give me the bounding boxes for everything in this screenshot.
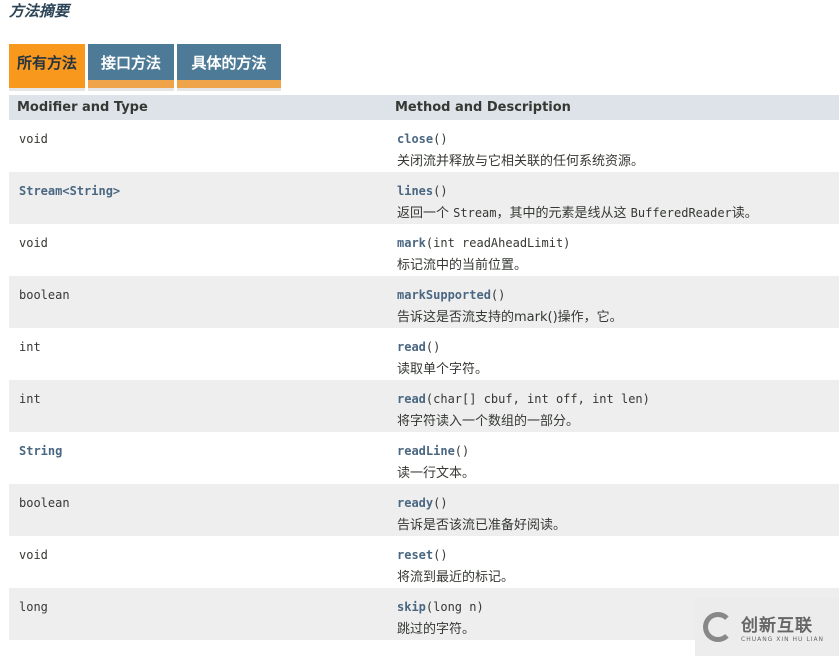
tab-label: 所有方法 [16,53,77,72]
desc-text: ，其中的元素是线从这 [496,206,631,221]
method-link[interactable]: skip [397,600,426,614]
method-description: 读取单个字符。 [397,362,489,377]
method-link[interactable]: reset [397,548,433,562]
return-type: int [19,340,41,354]
method-params: () [454,444,470,458]
method-signature: markSupported() [397,288,505,302]
table-row: int read(char[] cbuf, int off, int len) … [9,380,839,432]
method-signature: ready() [397,496,448,510]
method-link[interactable]: mark [397,236,426,250]
watermark-logo: 创新互联 CHUANG XIN HU LIAN [695,598,839,656]
tab-label: 接口方法 [100,53,161,72]
table-row: void close() 关闭流并释放与它相关联的任何系统资源。 [9,120,839,172]
method-signature: skip(long n) [397,600,484,614]
method-params: (char[] cbuf, int off, int len) [425,392,650,406]
method-link[interactable]: read [397,392,426,406]
return-type: boolean [19,496,70,510]
method-description: 关闭流并释放与它相关联的任何系统资源。 [397,154,645,169]
return-type-link[interactable]: Stream<String> [19,184,120,198]
method-signature: read() [397,340,440,354]
section-title: 方法摘要 [9,2,70,20]
method-description: 跳过的字符。 [397,622,476,637]
watermark-text: 创新互联 CHUANG XIN HU LIAN [741,611,824,643]
method-description: 返回一个 Stream，其中的元素是线从这 BufferedReader读。 [397,202,758,221]
table-row: void mark(int readAheadLimit) 标记流中的当前位置。 [9,224,839,276]
return-type: void [19,236,48,250]
table-row: String readLine() 读一行文本。 [9,432,839,484]
method-description: 告诉是否该流已准备好阅读。 [397,518,567,533]
table-row: boolean ready() 告诉是否该流已准备好阅读。 [9,484,839,536]
tab-all-methods[interactable]: 所有方法 [9,44,85,88]
method-params: () [433,548,448,562]
method-signature: lines() [397,184,448,198]
return-type: int [19,392,41,406]
return-type-link[interactable]: String [19,444,62,458]
table-row: boolean markSupported() 告诉这是否流支持的mark()操… [9,276,839,328]
watermark-cn: 创新互联 [741,616,813,636]
method-link[interactable]: markSupported [397,288,491,302]
table-row: void reset() 将流到最近的标记。 [9,536,839,588]
method-description: 读一行文本。 [397,466,476,481]
method-signature: mark(int readAheadLimit) [397,236,570,250]
method-description: 标记流中的当前位置。 [397,258,528,273]
method-link[interactable]: read [397,340,426,354]
method-signature: close() [397,132,448,146]
desc-code: BufferedReader [630,206,732,220]
method-link[interactable]: close [397,132,433,146]
return-type: boolean [19,288,70,302]
method-signature: readLine() [397,444,469,458]
table-header: Modifier and Type Method and Description [9,95,839,120]
method-link[interactable]: readLine [397,444,455,458]
tab-label: 具体的方法 [191,53,267,72]
method-params: () [425,340,441,354]
method-summary-table: Modifier and Type Method and Description… [9,95,839,640]
watermark-en: CHUANG XIN HU LIAN [741,636,825,643]
desc-text: 返回一个 [397,206,454,221]
method-params: () [433,184,448,198]
column-header-method: Method and Description [395,100,571,115]
tab-interface-methods[interactable]: 接口方法 [88,44,174,88]
logo-icon [703,612,733,642]
return-type: void [19,132,48,146]
return-type: long [19,600,48,614]
method-description: 告诉这是否流支持的mark()操作，它。 [397,310,623,325]
method-params: () [433,132,448,146]
table-row: int read() 读取单个字符。 [9,328,839,380]
tab-concrete-methods[interactable]: 具体的方法 [177,44,281,88]
method-signature: read(char[] cbuf, int off, int len) [397,392,650,406]
column-header-modifier: Modifier and Type [17,100,148,115]
method-params: () [490,288,506,302]
method-link[interactable]: ready [397,496,433,510]
method-signature: reset() [397,548,448,562]
method-params: (int readAheadLimit) [425,236,571,250]
method-params: (long n) [425,600,484,614]
desc-code: Stream [453,206,497,220]
method-link[interactable]: lines [397,184,433,198]
table-row: Stream<String> lines() 返回一个 Stream，其中的元素… [9,172,839,224]
method-description: 将流到最近的标记。 [397,570,515,585]
method-tabs: 所有方法 接口方法 具体的方法 [9,44,281,88]
desc-text: 读。 [731,206,758,221]
method-params: () [433,496,448,510]
method-description: 将字符读入一个数组的一部分。 [397,414,580,429]
return-type: void [19,548,48,562]
